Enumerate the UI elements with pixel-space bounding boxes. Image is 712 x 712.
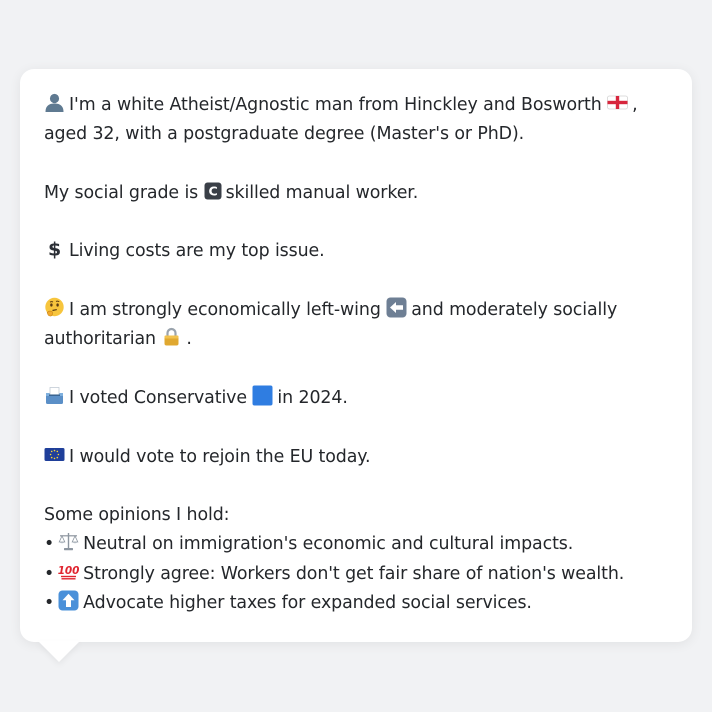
message-bubble: I'm a white Atheist/Agnostic man from Hi… [20, 69, 692, 642]
list-item: • 100 Strongly agree: Workers don't get … [44, 560, 668, 589]
thinking-face-icon [44, 297, 65, 318]
opinion-text: Strongly agree: Workers don't get fair s… [83, 563, 625, 584]
bullet-point: • [44, 593, 55, 614]
opinion-text: Neutral on immigration's economic and cu… [83, 534, 574, 555]
england-flag-icon [607, 92, 629, 113]
ideology-paragraph: I am strongly economically left-wing and… [44, 296, 668, 355]
hundred-points-icon: 100 [58, 561, 79, 582]
ideology-period: . [186, 329, 192, 350]
top-issue-text: Living costs are my top issue. [69, 241, 325, 262]
opinions-list: • Neutral on immigration's economic and … [44, 530, 668, 618]
intro-text: I'm a white Atheist/Agnostic man from Hi… [69, 95, 602, 115]
opinion-text: Advocate higher taxes for expanded socia… [83, 593, 532, 614]
list-item: • Neutral on immigration's economic and … [44, 530, 668, 559]
svg-text:100: 100 [58, 565, 79, 577]
bullet-point: • [44, 563, 55, 584]
blue-square-icon [252, 385, 273, 406]
social-grade-suffix: skilled manual worker. [225, 182, 419, 203]
dollar-sign-icon: $ [44, 238, 65, 260]
bubble-tail [38, 641, 80, 662]
social-grade-text: My social grade is [44, 182, 199, 203]
up-arrow-icon [58, 590, 79, 611]
eu-flag-icon [44, 444, 65, 465]
social-grade-paragraph: My social grade is C skilled manual work… [44, 179, 668, 208]
svg-text:C: C [208, 183, 217, 198]
vote-paragraph: I voted Conservative in 2024. [44, 384, 668, 413]
bullet-point: • [44, 534, 55, 555]
list-item: • Advocate higher taxes for expanded soc… [44, 589, 668, 618]
ballot-box-icon [44, 385, 65, 406]
balance-scale-icon [58, 531, 79, 552]
person-silhouette-icon [44, 92, 65, 113]
opinions-heading: Some opinions I hold: [44, 505, 230, 526]
ideology-text: I am strongly economically left-wing [69, 300, 381, 321]
letter-c-icon: C [204, 182, 222, 200]
top-issue-paragraph: $ Living costs are my top issue. [44, 237, 668, 266]
vote-suffix: in 2024. [277, 387, 348, 408]
intro-paragraph: I'm a white Atheist/Agnostic man from Hi… [44, 91, 668, 150]
lock-icon [161, 326, 182, 347]
svg-text:$: $ [48, 239, 61, 260]
eu-text: I would vote to rejoin the EU today. [69, 446, 371, 467]
vote-text: I voted Conservative [69, 387, 247, 408]
eu-paragraph: I would vote to rejoin the EU today. [44, 443, 668, 472]
left-arrow-icon [386, 297, 407, 318]
